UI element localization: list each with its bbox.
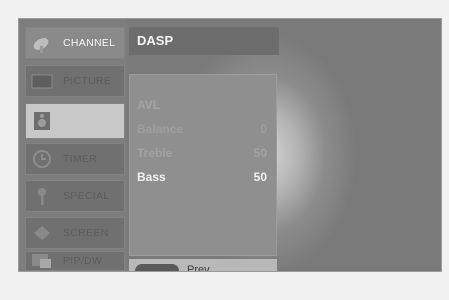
sidebar-item-label: SCREEN — [63, 227, 109, 239]
sidebar-item-timer[interactable]: TIMER — [25, 143, 125, 175]
key-icon — [31, 185, 53, 207]
submenu-row-treble[interactable]: Treble 50 — [137, 146, 267, 160]
dasp-submenu: AVL Balance 0 Treble 50 Bass 50 — [129, 74, 277, 256]
screen-icon — [31, 222, 53, 244]
satellite-dish-icon — [31, 32, 53, 54]
row-label: Bass — [137, 170, 166, 184]
sidebar-item-label: TIMER — [63, 153, 98, 165]
speaker-icon — [31, 110, 53, 132]
menu-title-bar: DASP — [129, 27, 279, 55]
row-value: 0 — [260, 122, 267, 136]
prev-hint-bar[interactable]: Prev. — [129, 259, 277, 272]
sidebar-item-pip[interactable]: PIP/DW — [25, 251, 125, 271]
osd-frame: CHANNEL PICTURE TIMER SPECIAL SCREEN PIP… — [18, 18, 442, 272]
submenu-row-balance[interactable]: Balance 0 — [137, 122, 267, 136]
sidebar-item-special[interactable]: SPECIAL — [25, 180, 125, 212]
page-title: DASP — [137, 33, 174, 48]
row-label: AVL — [137, 98, 161, 112]
row-value: 50 — [253, 170, 267, 184]
row-label: Balance — [137, 122, 184, 136]
sidebar-item-label: PICTURE — [63, 75, 112, 87]
prev-label: Prev. — [187, 264, 212, 272]
sidebar-item-screen[interactable]: SCREEN — [25, 217, 125, 249]
sidebar-item-sound[interactable] — [25, 103, 125, 139]
sidebar-item-label: SPECIAL — [63, 190, 110, 202]
sidebar-menu: CHANNEL PICTURE TIMER SPECIAL SCREEN PIP… — [19, 19, 127, 271]
submenu-row-avl[interactable]: AVL — [137, 98, 267, 112]
sidebar-item-label: CHANNEL — [63, 37, 116, 49]
sidebar-item-label: PIP/DW — [63, 255, 103, 267]
menu-button-icon — [135, 264, 179, 271]
row-value: 50 — [253, 146, 267, 160]
sidebar-item-picture[interactable]: PICTURE — [25, 65, 125, 97]
submenu-row-bass[interactable]: Bass 50 — [137, 170, 267, 184]
picture-icon — [31, 70, 53, 92]
clock-icon — [31, 148, 53, 170]
sidebar-item-channel[interactable]: CHANNEL — [25, 27, 125, 59]
row-label: Treble — [137, 146, 173, 160]
pip-icon — [31, 250, 53, 271]
